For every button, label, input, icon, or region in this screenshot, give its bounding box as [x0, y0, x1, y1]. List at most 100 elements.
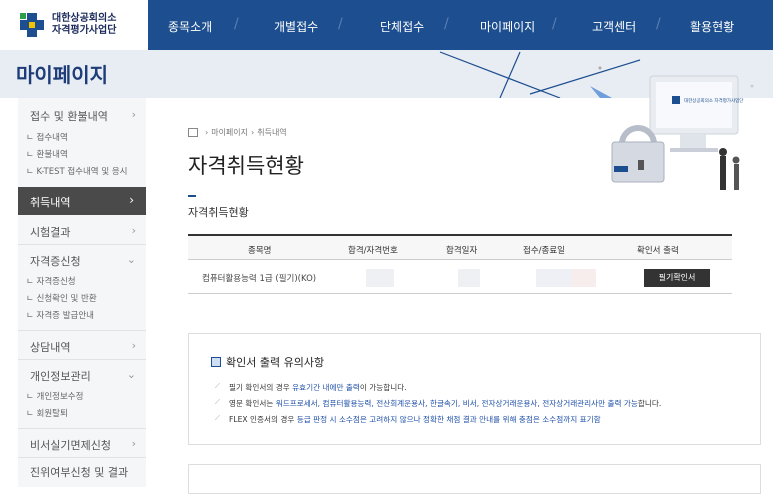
redacted-cell	[458, 269, 480, 287]
bullet-icon: ⟋	[215, 398, 220, 406]
notice-box: 확인서 출력 유의사항 ⟋ 필기 확인서의 경우 유효기간 내에만 출력이 가능…	[188, 333, 761, 445]
gnb-item-individual[interactable]: 개별접수	[274, 18, 318, 35]
sidebar-subitem[interactable]: ㄴ 자격증 발급안내	[26, 309, 94, 321]
sidebar-subitem[interactable]: ㄴ 접수내역	[26, 131, 68, 143]
chevron-right-icon: ›	[129, 193, 134, 207]
chevron-down-icon: ⌄	[126, 368, 136, 381]
sidebar-item-label: 자격증신청	[30, 255, 81, 268]
notice-text: FLEX 인증서의 경우	[229, 415, 297, 424]
gnb-separator: /	[656, 16, 661, 32]
sidebar-item-authenticity[interactable]: 진위여부신청 및 결과	[30, 464, 146, 480]
sidebar-subitem-label: 회원탈퇴	[36, 409, 68, 419]
gnb-item-support[interactable]: 고객센터	[592, 18, 636, 35]
sidebar-item-consult[interactable]: 상담내역 ›	[30, 339, 146, 355]
subject-cell: 컴퓨터활용능력 1급 (필기)(KO)	[202, 274, 317, 284]
sidebar-subitem[interactable]: ㄴ 신청확인 및 반환	[26, 292, 97, 304]
written-confirmation-button[interactable]: 필기확인서	[644, 269, 710, 287]
chevron-right-icon: ›	[131, 339, 136, 352]
section-title: 자격취득현황	[188, 206, 249, 219]
sidebar-item-label: 상담내역	[30, 341, 71, 354]
notice-highlight: 등급 판정 시 소수점은 고려하지 않으나 정확한 채점 결과 안내를 위해 충…	[296, 415, 601, 424]
notice-line: 필기 확인서의 경우 유효기간 내에만 출력이 가능합니다.	[229, 382, 407, 393]
logo-line1: 대한상공회의소	[52, 13, 117, 24]
sidebar-divider	[18, 330, 146, 331]
gnb-separator: /	[444, 16, 449, 32]
page-title: 자격취득현황	[188, 154, 304, 178]
notice-line: 영문 확인서는 워드프로세서, 컴퓨터활용능력, 전산회계운용사, 한글속기, …	[229, 398, 661, 409]
sidebar-item-label: 접수 및 환불내역	[30, 110, 108, 123]
site-logo[interactable]: 대한상공회의소 자격평가사업단	[18, 10, 146, 40]
sidebar-item-acquired[interactable]: 취득내역 ›	[18, 187, 146, 215]
lock-illustration: 대한상공회의소 자격평가사업단	[611, 75, 754, 190]
notice-text: 영문 확인서는	[229, 399, 276, 408]
table-header: 종목명 합격/자격번호 합격일자 접수/종료일 확인서 출력	[188, 234, 732, 260]
lower-panel	[188, 464, 761, 494]
top-bar: 대한상공회의소 자격평가사업단 종목소개 / 개별접수 / 단체접수 / 마이페…	[0, 0, 773, 50]
logo-line2: 자격평가사업단	[52, 25, 117, 36]
gnb-item-usage[interactable]: 활용현황	[690, 18, 734, 35]
chevron-right-icon: ›	[131, 108, 136, 121]
chevron-right-icon: ›	[131, 224, 136, 237]
sidebar-divider	[18, 244, 146, 245]
sidebar-item-label: 진위여부신청 및 결과	[30, 466, 129, 479]
sidebar-item-receipt[interactable]: 접수 및 환불내역 ›	[30, 108, 146, 124]
notice-text: 필기 확인서의 경우	[229, 383, 293, 392]
sidebar-item-label: 취득내역	[30, 196, 71, 209]
notice-text: 합니다.	[637, 399, 662, 408]
logo-mark-icon	[18, 11, 46, 39]
chevron-down-icon: ⌄	[126, 253, 136, 266]
sidebar-item-label: 시험결과	[30, 226, 71, 239]
global-nav: 종목소개 / 개별접수 / 단체접수 / 마이페이지 / 고객센터 / 활용현황	[148, 0, 773, 50]
sidebar-subitem[interactable]: ㄴ 환불내역	[26, 148, 68, 160]
column-header: 접수/종료일	[523, 246, 565, 256]
sidebar-subitem-label: 자격증신청	[36, 277, 76, 287]
banner-logo-text: 대한상공회의소 자격평가사업단	[684, 97, 743, 104]
home-icon[interactable]	[188, 128, 198, 137]
gnb-separator: /	[338, 16, 343, 32]
sidebar-subitem-label: 신청확인 및 반환	[36, 294, 97, 304]
sidebar-subitem-label: 접수내역	[36, 133, 68, 143]
column-header: 합격/자격번호	[348, 246, 398, 256]
notice-title: 확인서 출력 유의사항	[211, 354, 324, 370]
chevron-right-icon: ›	[131, 437, 136, 450]
notice-title-text: 확인서 출력 유의사항	[226, 356, 325, 369]
sidebar-subitem-label: 환불내역	[36, 150, 68, 160]
accent-bar	[188, 195, 196, 197]
gnb-item-group[interactable]: 단체접수	[380, 18, 424, 35]
column-header: 합격일자	[446, 246, 478, 256]
sidebar-subitem[interactable]: ㄴ K-TEST 접수내역 및 응시	[26, 165, 128, 177]
sidebar-item-label: 개인정보관리	[30, 370, 91, 383]
column-header: 확인서 출력	[637, 246, 679, 256]
column-header: 종목명	[248, 246, 272, 256]
sidebar-item-label: 비서실기면제신청	[30, 439, 111, 452]
sidebar-subitem[interactable]: ㄴ 회원탈퇴	[26, 407, 68, 419]
printer-icon	[211, 357, 221, 367]
sidebar: 접수 및 환불내역 › ㄴ 접수내역 ㄴ 환불내역 ㄴ K-TEST 접수내역 …	[18, 98, 146, 487]
sidebar-divider	[18, 359, 146, 360]
sidebar-subitem-label: K-TEST 접수내역 및 응시	[36, 167, 128, 177]
breadcrumb-item[interactable]: 마이페이지	[211, 127, 248, 138]
breadcrumb-separator: ›	[251, 128, 255, 137]
breadcrumb: › 마이페이지 › 취득내역	[188, 127, 287, 138]
redacted-cell	[366, 269, 394, 287]
table-row: 컴퓨터활용능력 1급 (필기)(KO) 필기확인서	[188, 260, 732, 294]
notice-highlight: 워드프로세서, 컴퓨터활용능력, 전산회계운용사, 한글속기, 비서, 전자상거…	[275, 399, 638, 408]
sidebar-item-privacy[interactable]: 개인정보관리 ⌄	[30, 368, 146, 384]
breadcrumb-item[interactable]: 취득내역	[257, 127, 286, 138]
gnb-separator: /	[552, 16, 557, 32]
notice-line: FLEX 인증서의 경우 등급 판정 시 소수점은 고려하지 않으나 정확한 채…	[229, 414, 601, 425]
gnb-item-mypage[interactable]: 마이페이지	[480, 18, 535, 35]
breadcrumb-separator: ›	[205, 128, 209, 137]
sidebar-item-certificate[interactable]: 자격증신청 ⌄	[30, 253, 146, 269]
notice-highlight: 유효기간 내에만 출력	[292, 383, 360, 392]
sidebar-divider	[18, 457, 146, 458]
redacted-cell	[572, 269, 596, 287]
gnb-separator: /	[234, 16, 239, 32]
sidebar-subitem[interactable]: ㄴ 자격증신청	[26, 275, 76, 287]
sidebar-item-results[interactable]: 시험결과 ›	[30, 224, 146, 240]
sidebar-subitem-label: 자격증 발급안내	[36, 311, 94, 321]
sidebar-item-secretary-exempt[interactable]: 비서실기면제신청 ›	[30, 437, 146, 453]
sidebar-divider	[18, 428, 146, 429]
gnb-item-intro[interactable]: 종목소개	[168, 18, 212, 35]
sidebar-subitem[interactable]: ㄴ 개인정보수정	[26, 390, 83, 402]
